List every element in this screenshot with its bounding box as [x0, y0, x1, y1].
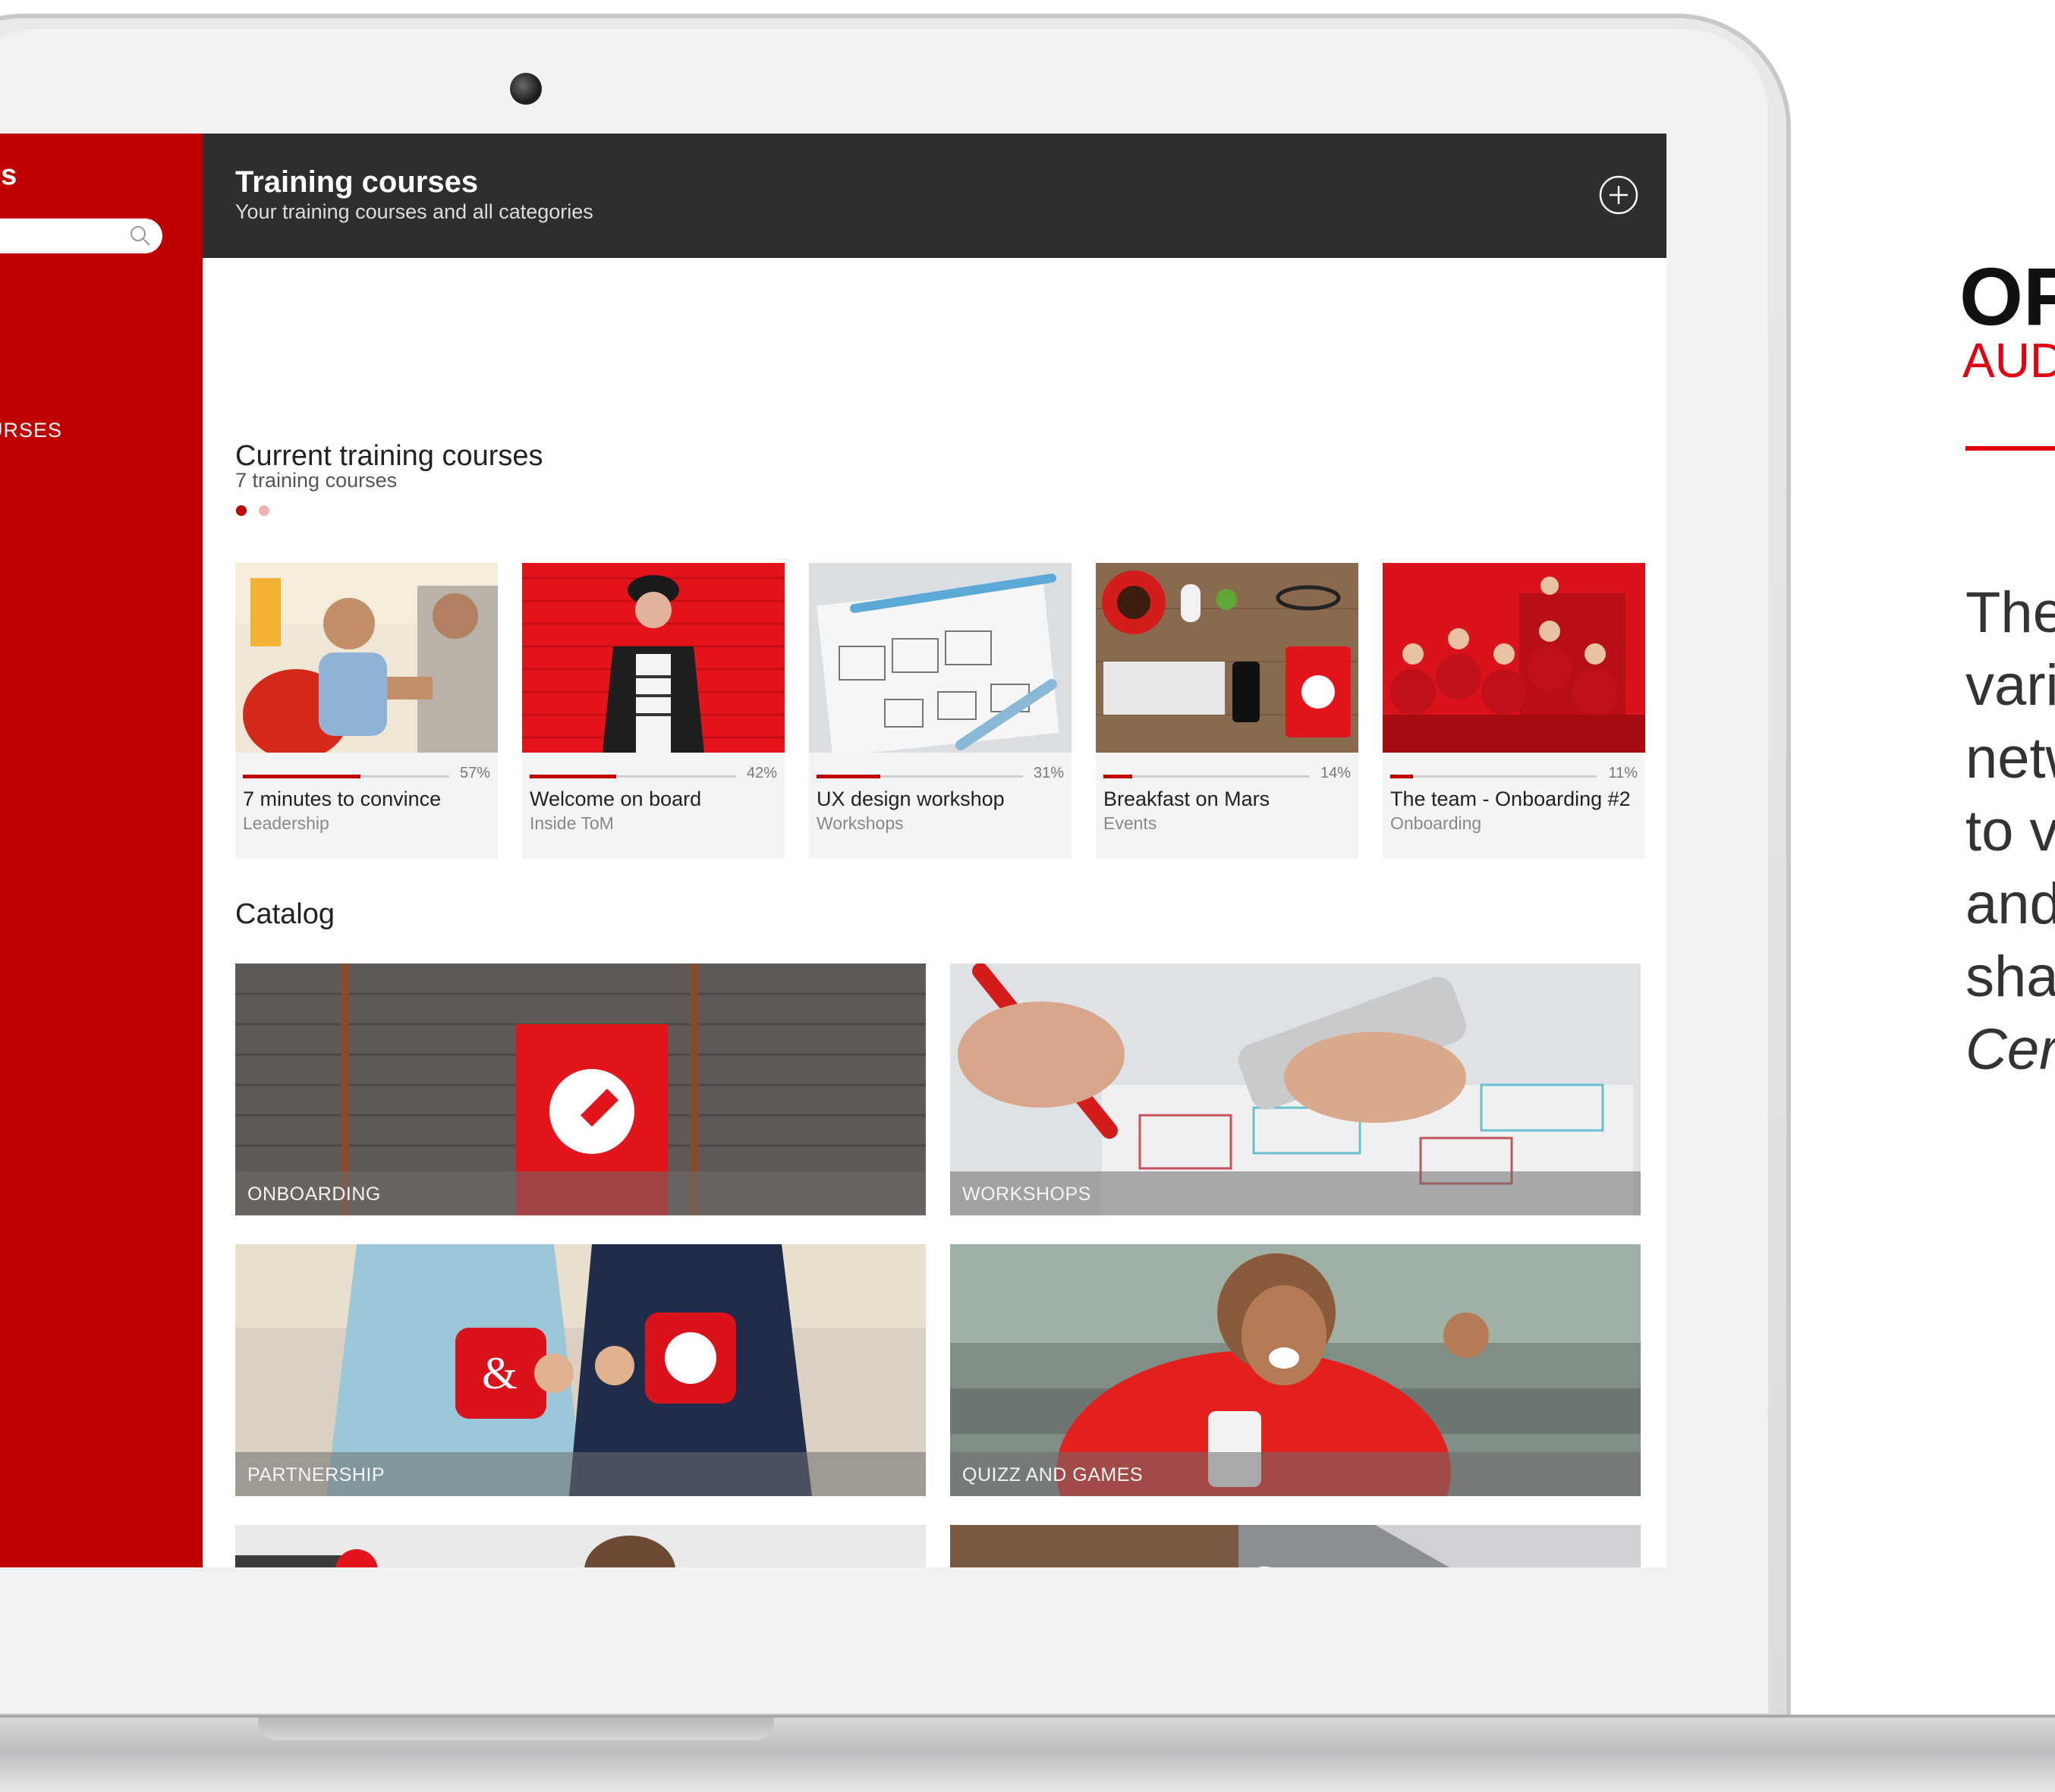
promo-divider — [1965, 446, 2055, 451]
catalog-tile-quizz-and-games[interactable]: QUIZZ AND GAMES — [950, 1244, 1641, 1496]
progress-percent: 31% — [1033, 765, 1064, 781]
progress-percent: 11% — [1608, 765, 1638, 781]
promo-line: netw — [1965, 726, 2055, 791]
sidebar-search-input[interactable] — [0, 218, 162, 253]
course-category: Events — [1103, 813, 1157, 833]
course-title: 7 minutes to convince — [243, 788, 442, 810]
course-title: Breakfast on Mars — [1103, 788, 1270, 810]
page-subtitle: Your training courses and all categories — [235, 200, 593, 223]
promo-line: The — [1965, 580, 2055, 645]
course-title: Welcome on board — [530, 788, 702, 810]
promo-line: vari — [1965, 653, 2055, 718]
catalog-tile[interactable] — [235, 1525, 926, 1567]
course-category: Onboarding — [1390, 813, 1482, 833]
catalog-label: ONBOARDING — [235, 1171, 926, 1215]
course-card[interactable]: 42% Welcome on board Inside ToM — [522, 563, 785, 859]
course-card[interactable]: 14% Breakfast on Mars Events — [1096, 563, 1358, 859]
search-icon[interactable] — [129, 225, 152, 247]
sidebar-title: es — [0, 159, 17, 191]
webcam — [510, 73, 542, 105]
course-title: The team - Onboarding #2 — [1390, 788, 1631, 810]
promo-line: and — [1965, 872, 2055, 936]
catalog-tile-partnership[interactable]: & PARTNERSHIP — [235, 1244, 926, 1496]
catalog-tile-onboarding[interactable]: ONBOARDING — [235, 964, 926, 1215]
course-card[interactable]: 11% The team - Onboarding #2 Onboarding — [1383, 563, 1645, 859]
course-image — [809, 563, 1072, 757]
progress-bar — [243, 775, 449, 778]
catalog-title: Catalog — [235, 898, 335, 930]
progress-bar — [1103, 775, 1310, 778]
course-image — [235, 563, 498, 760]
add-course-button[interactable] — [1598, 174, 1639, 215]
ampersand-logo: & — [482, 1348, 518, 1398]
promo-line-italic: Cer — [1965, 1017, 2055, 1082]
course-card[interactable]: 57% 7 minutes to convince Leadership — [235, 563, 498, 859]
promo-heading: OF — [1959, 250, 2055, 342]
progress-percent: 14% — [1320, 765, 1351, 781]
progress-bar — [530, 775, 736, 778]
current-courses-title: Current training courses — [235, 440, 543, 472]
catalog-label: PARTNERSHIP — [235, 1452, 926, 1496]
carousel-dots — [236, 505, 269, 516]
course-category: Workshops — [817, 813, 904, 833]
catalog-image — [235, 1525, 926, 1567]
promo-subheading: AUD — [1962, 333, 2055, 388]
course-image — [1383, 563, 1645, 753]
app-header: Training courses Your training courses a… — [203, 134, 1666, 258]
course-carousel: 57% 7 minutes to convince Leadership 42%… — [235, 563, 1645, 859]
progress-percent: 42% — [746, 765, 777, 781]
progress-fill — [1103, 775, 1133, 778]
course-title: UX design workshop — [817, 788, 1005, 810]
course-card[interactable]: 31% UX design workshop Workshops — [809, 563, 1072, 859]
course-category: Leadership — [243, 813, 329, 833]
page-title: Training courses — [235, 165, 479, 199]
current-courses-count: 7 training courses — [235, 469, 398, 492]
progress-fill — [817, 775, 881, 778]
catalog-grid: ONBOARDING WORKSHOPS & PARTNERSHIP QUIZZ… — [235, 964, 1641, 1567]
progress-fill — [243, 775, 361, 778]
catalog-label: WORKSHOPS — [950, 1171, 1641, 1215]
main-content: Current training courses 7 training cour… — [203, 258, 1666, 1567]
carousel-dot-active[interactable] — [236, 505, 247, 516]
catalog-image — [950, 1525, 1641, 1567]
promo-line: to v — [1965, 799, 2055, 863]
promo-line: sha — [1965, 945, 2055, 1009]
laptop-base-notch — [258, 1718, 774, 1740]
progress-fill — [530, 775, 617, 778]
sidebar: es URSES — [0, 134, 203, 1567]
app-screen: es URSES Training courses Your training … — [0, 134, 1666, 1567]
catalog-tile[interactable] — [950, 1525, 1641, 1567]
progress-bar — [1390, 775, 1597, 778]
catalog-label: QUIZZ AND GAMES — [950, 1452, 1641, 1496]
sidebar-item-courses[interactable]: URSES — [0, 419, 62, 442]
progress-fill — [1390, 775, 1413, 778]
course-image — [1096, 563, 1358, 753]
carousel-dot[interactable] — [259, 505, 269, 516]
promo-body: The vari netw to v and sha Cer — [1965, 577, 2055, 1086]
catalog-tile-workshops[interactable]: WORKSHOPS — [950, 964, 1641, 1215]
progress-percent: 57% — [459, 765, 490, 781]
course-image — [522, 563, 785, 753]
progress-bar — [817, 775, 1023, 778]
course-category: Inside ToM — [530, 813, 614, 833]
